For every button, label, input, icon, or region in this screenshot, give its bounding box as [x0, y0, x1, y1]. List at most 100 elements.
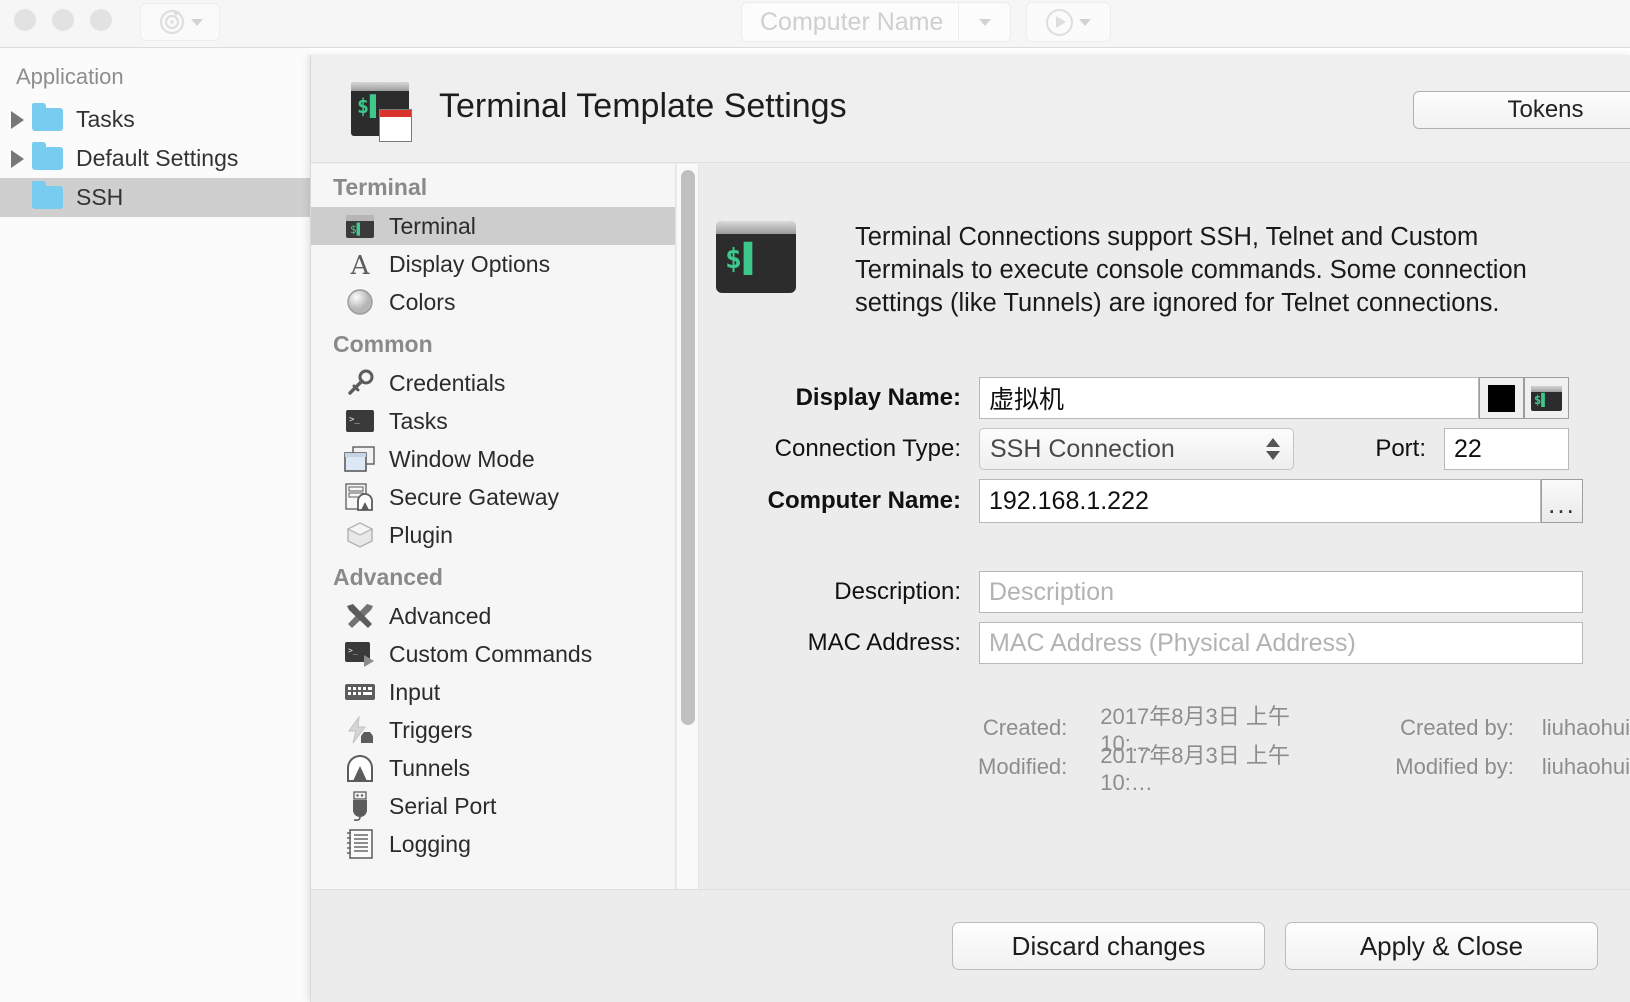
sidebar-item-tasks[interactable]: Tasks — [0, 100, 310, 139]
sidebar-item-ssh[interactable]: SSH — [0, 178, 310, 217]
tokens-button[interactable]: Tokens — [1413, 91, 1630, 129]
description-label: Description: — [834, 578, 961, 605]
nav-item-secure-gateway[interactable]: Secure Gateway — [311, 478, 675, 516]
nav-item-label: Tunnels — [389, 754, 470, 781]
nav-item-label: Custom Commands — [389, 640, 593, 667]
tunnel-arch-icon — [343, 754, 377, 782]
sidebar-item-default-settings[interactable]: Default Settings — [0, 139, 310, 178]
modified-label: Modified: — [978, 753, 1068, 779]
terminal-play-icon: >_ — [343, 640, 377, 668]
nav-item-label: Credentials — [389, 369, 506, 396]
chevron-down-icon[interactable] — [1079, 18, 1091, 26]
svg-text:>_: >_ — [349, 415, 360, 425]
nav-item-label: Display Options — [389, 250, 551, 277]
nav-item-label: Window Mode — [389, 445, 535, 472]
nav-item-window-mode[interactable]: Window Mode — [311, 440, 675, 478]
apply-and-close-button[interactable]: Apply & Close — [1285, 922, 1598, 970]
discard-changes-button[interactable]: Discard changes — [952, 922, 1265, 970]
application-tree-sidebar: Application Tasks Default Settings SSH — [0, 48, 310, 1002]
nav-item-input[interactable]: Input — [311, 673, 675, 711]
tools-icon — [343, 602, 377, 630]
computer-name-field[interactable]: 192.168.1.222 — [979, 479, 1541, 523]
nav-item-logging[interactable]: Logging — [311, 825, 675, 863]
refresh-target-icon — [159, 9, 185, 35]
connection-type-select[interactable]: SSH Connection — [979, 428, 1294, 470]
svg-text:>_: >_ — [348, 646, 358, 655]
nav-item-plugin[interactable]: Plugin — [311, 516, 675, 554]
triangle-right-icon[interactable] — [2, 149, 32, 168]
nav-scrollbar[interactable] — [677, 164, 699, 889]
terminal-preview-icon: $▌ — [1531, 385, 1562, 411]
description-input[interactable]: Description — [979, 571, 1583, 613]
computer-name-dropdown-button[interactable] — [958, 3, 1010, 41]
nav-item-serial-port[interactable]: Serial Port — [311, 787, 675, 825]
terminal-template-icon: $▌ — [351, 82, 419, 142]
nav-item-advanced[interactable]: Advanced — [311, 597, 675, 635]
mac-address-input[interactable]: MAC Address (Physical Address) — [979, 622, 1583, 664]
display-icon-button[interactable]: $▌ — [1524, 377, 1569, 419]
connection-form: Display Name: 虚拟机 $▌ Connection Type: SS… — [699, 377, 1630, 795]
display-name-row: Display Name: 虚拟机 $▌ — [699, 377, 1630, 419]
intro-section: $▌ Terminal Connections support SSH, Tel… — [699, 164, 1630, 320]
minimize-button[interactable] — [52, 9, 74, 31]
computer-name-label: Computer Name: — [767, 487, 961, 514]
display-name-input[interactable]: 虚拟机 — [979, 377, 1479, 419]
nav-group-title: Terminal — [333, 174, 428, 200]
display-name-label: Display Name: — [795, 384, 961, 411]
play-icon[interactable] — [1046, 8, 1073, 36]
sidebar-header: Application — [16, 64, 124, 89]
sidebar-item-label: SSH — [76, 184, 124, 210]
modified-by-value: liuhaohui — [1541, 753, 1630, 779]
nav-item-label: Terminal — [389, 212, 476, 239]
nav-item-terminal[interactable]: $▌ Terminal — [311, 207, 675, 245]
display-color-button[interactable] — [1479, 377, 1524, 419]
connection-type-row: Connection Type: SSH Connection Port: 22 — [699, 428, 1630, 470]
usb-plug-icon — [343, 791, 377, 821]
stepper-arrows-icon — [1266, 438, 1280, 460]
nav-item-tasks[interactable]: >_ Tasks — [311, 402, 675, 440]
nav-item-label: Tasks — [389, 407, 448, 434]
dialog-footer: Discard changes Apply & Close — [311, 889, 1630, 1002]
computer-name-input[interactable]: Computer Name — [742, 8, 958, 37]
triangle-right-icon[interactable] — [2, 110, 32, 129]
created-by-value: liuhaohui — [1541, 714, 1630, 740]
modified-row: Modified: 2017年8月3日 上午10:… Modified by: … — [699, 743, 1630, 795]
svg-text:A: A — [350, 251, 371, 278]
folder-icon — [32, 181, 63, 209]
nav-item-label: Secure Gateway — [389, 483, 560, 510]
zoom-button[interactable] — [90, 9, 112, 31]
mac-address-row: MAC Address: MAC Address (Physical Addre… — [699, 622, 1630, 664]
sidebar-tree: Tasks Default Settings SSH — [0, 100, 310, 217]
nav-item-triggers[interactable]: Triggers — [311, 711, 675, 749]
connection-type-value: SSH Connection — [990, 434, 1175, 463]
close-button[interactable] — [14, 9, 36, 31]
browse-computer-button[interactable]: ... — [1541, 479, 1583, 523]
created-by-label: Created by: — [1400, 714, 1514, 740]
color-swatch-icon — [1488, 384, 1515, 412]
description-row: Description: Description — [699, 571, 1630, 613]
nav-item-label: Triggers — [389, 716, 473, 743]
lightning-icon — [343, 716, 377, 744]
computer-name-combo[interactable]: Computer Name — [741, 2, 1011, 42]
settings-content-panel: $▌ Terminal Connections support SSH, Tel… — [699, 164, 1630, 889]
dialog-header: $▌ Terminal Template Settings Tokens — [311, 55, 1630, 163]
nav-item-label: Input — [389, 678, 441, 705]
nav-item-label: Advanced — [389, 602, 492, 629]
mac-address-label: MAC Address: — [807, 629, 961, 656]
run-button-group[interactable] — [1026, 2, 1111, 42]
nav-item-display-options[interactable]: A Display Options — [311, 245, 675, 283]
port-label: Port: — [1375, 435, 1426, 462]
nav-item-tunnels[interactable]: Tunnels — [311, 749, 675, 787]
nav-item-label: Colors — [389, 288, 456, 315]
port-input[interactable]: 22 — [1444, 428, 1569, 470]
nav-item-colors[interactable]: Colors — [311, 283, 675, 321]
nav-item-label: Serial Port — [389, 792, 497, 819]
chevron-down-icon — [191, 18, 203, 26]
color-circle-icon — [343, 288, 377, 316]
nav-item-credentials[interactable]: Credentials — [311, 364, 675, 402]
refresh-button[interactable] — [140, 3, 220, 41]
nav-group-title: Advanced — [333, 564, 443, 590]
nav-scrollbar-thumb[interactable] — [681, 170, 695, 725]
nav-item-custom-commands[interactable]: >_ Custom Commands — [311, 635, 675, 673]
folder-icon — [32, 142, 63, 170]
